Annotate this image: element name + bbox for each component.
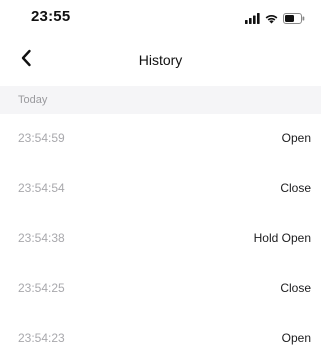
history-row[interactable]: 23:54:38 Hold Open <box>0 214 321 264</box>
history-row[interactable]: 23:54:23 Open <box>0 314 321 364</box>
row-action: Open <box>281 331 311 345</box>
row-time: 23:54:25 <box>18 281 65 295</box>
history-row[interactable]: 23:54:25 Close <box>0 264 321 314</box>
status-time: 23:55 <box>31 8 71 25</box>
row-time: 23:54:23 <box>18 331 65 345</box>
page-title: History <box>138 52 183 68</box>
row-time: 23:54:59 <box>18 131 65 145</box>
wifi-icon <box>264 13 279 24</box>
row-time: 23:54:54 <box>18 181 65 195</box>
row-time: 23:54:38 <box>18 231 65 245</box>
nav-bar: History <box>0 38 321 82</box>
status-bar: 23:55 <box>0 0 321 36</box>
row-action: Open <box>281 131 311 145</box>
signal-icon <box>245 13 260 24</box>
row-action: Close <box>280 181 311 195</box>
section-header: Today <box>0 86 321 114</box>
row-action: Close <box>280 281 311 295</box>
history-row[interactable]: 23:54:59 Open <box>0 114 321 164</box>
row-action: Hold Open <box>253 231 311 245</box>
battery-icon <box>283 13 305 24</box>
status-icons <box>245 12 305 24</box>
section-label-today: Today <box>18 94 48 106</box>
history-list: 23:54:59 Open 23:54:54 Close 23:54:38 Ho… <box>0 114 321 364</box>
history-row[interactable]: 23:54:54 Close <box>0 164 321 214</box>
